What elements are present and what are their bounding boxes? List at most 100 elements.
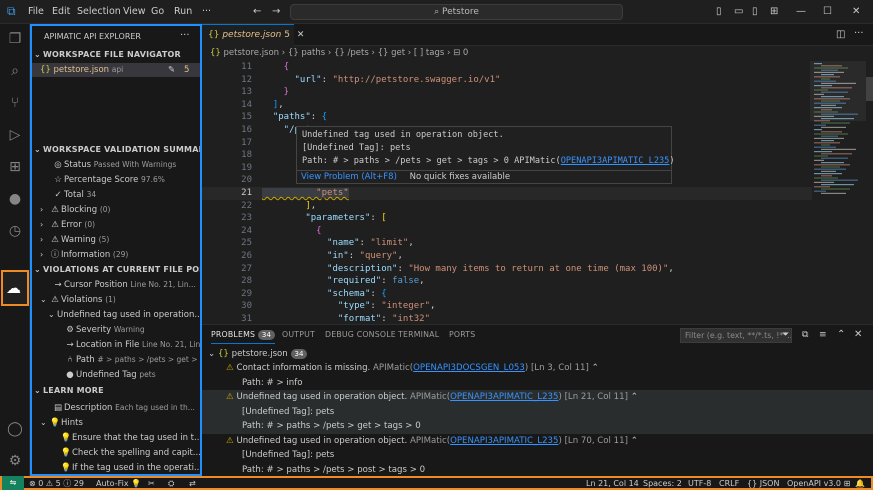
code-line[interactable]: 28 "required": false, — [202, 275, 812, 288]
code-line[interactable]: 25 "name": "limit", — [202, 237, 812, 250]
scrollbar-thumb[interactable] — [866, 77, 873, 101]
run-debug-icon[interactable]: ▷ — [6, 126, 24, 144]
code-line[interactable]: 13 } — [202, 86, 812, 99]
section-violations[interactable]: ⌄VIOLATIONS AT CURRENT FILE POSITION — [32, 263, 200, 277]
problems-summary[interactable]: ⊗ 0 ⚠ 5 ⓘ 29 — [29, 479, 84, 489]
problems-file-row[interactable]: ⌄ {} petstore.json 34 — [202, 347, 873, 362]
sync-icon[interactable]: ⇄ — [189, 479, 196, 489]
indentation-status[interactable]: Spaces: 2 — [643, 479, 682, 489]
split-editor-icon[interactable]: ◫ — [836, 29, 845, 40]
tab-terminal[interactable]: TERMINAL — [398, 330, 439, 339]
collapse-all-icon[interactable]: ⧉ — [802, 330, 808, 340]
code-line[interactable]: 15 "paths": { — [202, 111, 812, 124]
more-actions-icon[interactable]: ··· — [854, 28, 864, 39]
source-control-icon[interactable]: ⑂ — [6, 94, 24, 112]
maximize-panel-icon[interactable]: ⌃ — [837, 329, 845, 340]
toggle-panel-icon[interactable]: ▭ — [734, 6, 743, 17]
close-panel-icon[interactable]: ✕ — [854, 329, 862, 340]
tab-output[interactable]: OUTPUT — [282, 330, 315, 339]
code-line[interactable]: 27 "description": "How many items to ret… — [202, 263, 812, 276]
code-line[interactable]: 26 "in": "query", — [202, 250, 812, 263]
more-actions-icon[interactable]: ··· — [180, 30, 190, 41]
command-center[interactable]: ⌕ Petstore — [290, 4, 623, 20]
broadcast-icon[interactable]: ⛭ — [168, 479, 174, 489]
violation-item[interactable]: ⌄ Undefined tag used in operation... — [32, 308, 200, 322]
chevron-up-icon[interactable]: ⌃ — [631, 436, 638, 446]
minimap-viewport[interactable] — [810, 61, 866, 121]
back-arrow-icon[interactable]: ← — [253, 6, 261, 17]
encoding-status[interactable]: UTF-8 — [688, 479, 711, 489]
code-line[interactable]: 23 "parameters": [ — [202, 212, 812, 225]
tab-problems[interactable]: PROBLEMS 34 — [211, 330, 276, 344]
view-as-list-icon[interactable]: ≡ — [819, 330, 827, 340]
menu-edit[interactable]: Edit — [52, 6, 70, 17]
menu-file[interactable]: File — [28, 6, 44, 17]
timeline-icon[interactable]: ◷ — [6, 222, 24, 240]
minimize-icon[interactable]: — — [796, 6, 806, 17]
problems-filter-input[interactable]: Filter (e.g. text, **/*.ts, !**... — [680, 328, 792, 343]
notifications-bell-icon[interactable]: 🔔 — [855, 479, 865, 489]
menu-run[interactable]: Run — [174, 6, 192, 17]
tab-debug-console[interactable]: DEBUG CONSOLE — [325, 330, 396, 339]
close-icon[interactable]: ✕ — [297, 30, 305, 40]
filter-funnel-icon[interactable]: ⏷ — [782, 330, 789, 340]
menu-go[interactable]: Go — [151, 6, 164, 17]
code-line[interactable]: 22 ], — [202, 200, 812, 213]
code-editor[interactable]: 11 {12 "url": "http://petstore.swagger.i… — [202, 61, 812, 324]
code-line[interactable]: 14 ], — [202, 99, 812, 112]
summary-blocking[interactable]: › ⚠ Blocking (0) — [32, 203, 200, 217]
breadcrumb-item[interactable]: 0 — [463, 48, 468, 58]
forward-arrow-icon[interactable]: → — [272, 6, 280, 17]
accounts-icon[interactable]: ◯ — [6, 420, 24, 438]
problem-item[interactable]: ⚠ Undefined tag used in operation object… — [202, 434, 873, 449]
code-line[interactable]: 12 "url": "http://petstore.swagger.io/v1… — [202, 74, 812, 87]
edit-pencil-icon[interactable]: ✎ — [168, 63, 175, 77]
learn-hints[interactable]: ⌄ 💡Hints — [32, 416, 200, 430]
problem-rule-link[interactable]: OPENAPI3APIMATIC_L235 — [450, 436, 558, 446]
close-window-icon[interactable]: ✕ — [852, 6, 860, 17]
autofix-button[interactable]: Auto-Fix 💡 — [96, 479, 141, 489]
code-line[interactable]: 11 { — [202, 61, 812, 74]
maximize-icon[interactable]: ☐ — [823, 6, 832, 17]
menu-selection[interactable]: Selection — [77, 6, 121, 17]
eol-status[interactable]: CRLF — [719, 479, 739, 489]
search-icon[interactable]: ⌕ — [6, 62, 24, 80]
github-icon[interactable]: ● — [6, 190, 24, 208]
summary-error[interactable]: › ⚠ Error (0) — [32, 218, 200, 232]
problem-rule-link[interactable]: OPENAPI3DOCSGEN_L053 — [413, 363, 525, 373]
breadcrumb-item[interactable]: {} get — [378, 48, 405, 58]
summary-information[interactable]: › ⓘ Information (29) — [32, 248, 200, 262]
violations-node[interactable]: ⌄ ⚠ Violations (1) — [32, 293, 200, 307]
chevron-up-icon[interactable]: ⌃ — [592, 363, 599, 373]
view-problem-link[interactable]: View Problem (Alt+F8) — [301, 172, 397, 182]
menu-view[interactable]: View — [123, 6, 146, 17]
apimatic-explorer-tab[interactable]: ☁ — [1, 270, 29, 306]
breadcrumb-item[interactable]: {} paths — [288, 48, 325, 58]
toggle-sidebar-icon[interactable]: ▯ — [716, 6, 722, 17]
breadcrumb-item[interactable]: {} /pets — [334, 48, 369, 58]
remote-indicator-icon[interactable]: ⇋ — [2, 476, 24, 490]
extensions-icon[interactable]: ⊞ — [6, 158, 24, 176]
code-line[interactable]: 30 "type": "integer", — [202, 300, 812, 313]
section-file-navigator[interactable]: ⌄ WORKSPACE FILE NAVIGATOR — [32, 48, 200, 62]
openapi-version-status[interactable]: OpenAPI v3.0 ⊞ — [787, 479, 850, 489]
breadcrumb-item[interactable]: [ ] tags — [414, 48, 444, 58]
editor-scrollbar[interactable] — [866, 61, 873, 324]
breadcrumb-item[interactable]: petstore.json — [224, 48, 280, 58]
problem-rule-link[interactable]: OPENAPI3APIMATIC_L235 — [450, 392, 558, 402]
problem-item[interactable]: ⚠ Undefined tag used in operation object… — [202, 390, 873, 405]
minimap[interactable] — [810, 61, 866, 324]
rule-link[interactable]: OPENAPI3APIMATIC_L235 — [561, 156, 670, 166]
file-item-petstore[interactable]: {} petstore.json api ✎ 5 — [32, 63, 200, 77]
section-learn-more[interactable]: ⌄ LEARN MORE — [32, 384, 200, 398]
settings-gear-icon[interactable]: ⚙ — [6, 452, 24, 470]
problem-item[interactable]: ⚠ Contact information is missing. APIMat… — [202, 361, 873, 376]
customize-layout-icon[interactable]: ⊞ — [770, 6, 778, 17]
section-validation-summary[interactable]: ⌄ WORKSPACE VALIDATION SUMMARY — [32, 143, 200, 157]
menu-more[interactable]: ··· — [202, 6, 211, 17]
code-line[interactable]: 29 "schema": { — [202, 288, 812, 301]
explorer-icon[interactable]: ❐ — [6, 30, 24, 48]
cursor-position-status[interactable]: Ln 21, Col 14 — [586, 479, 639, 489]
toggle-secondary-sidebar-icon[interactable]: ▯ — [752, 6, 758, 17]
tab-ports[interactable]: PORTS — [449, 330, 475, 339]
